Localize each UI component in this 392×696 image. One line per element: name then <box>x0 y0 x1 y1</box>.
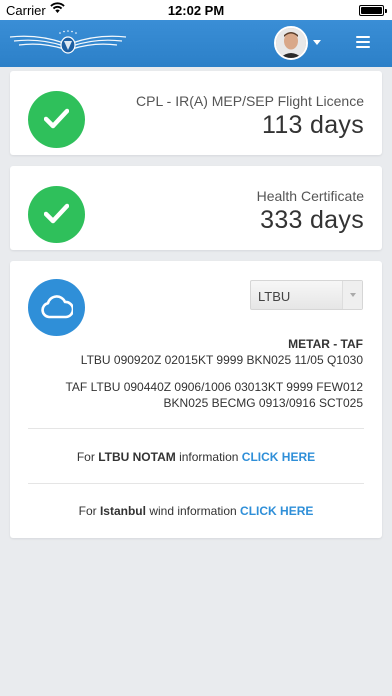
divider <box>28 428 364 429</box>
clock: 12:02 PM <box>167 3 225 18</box>
wind-prefix: For <box>78 504 97 518</box>
wind-middle: wind information <box>149 504 237 518</box>
notam-middle: information <box>179 450 239 464</box>
health-certificate-label: Health Certificate <box>256 188 364 204</box>
check-icon <box>28 91 85 148</box>
notam-info-line: For LTBU NOTAM information CLICK HERE <box>10 450 382 464</box>
cloud-icon <box>28 279 85 336</box>
airport-select-value: LTBU <box>258 289 291 304</box>
licence-label: CPL - IR(A) MEP/SEP Flight Licence <box>136 93 364 109</box>
chevron-down-icon[interactable] <box>313 40 321 45</box>
divider <box>28 483 364 484</box>
wind-click-here-link[interactable]: CLICK HERE <box>240 504 313 518</box>
notam-prefix: For <box>76 450 95 464</box>
licence-card: CPL - IR(A) MEP/SEP Flight Licence 113 d… <box>10 71 382 155</box>
notam-subject: LTBU NOTAM <box>98 450 176 464</box>
user-avatar[interactable] <box>274 26 308 60</box>
status-bar: Carrier 12:02 PM <box>0 0 392 20</box>
metar-report: LTBU 090920Z 02015KT 9999 BKN025 11/05 Q… <box>80 353 363 367</box>
wind-info-line: For Istanbul wind information CLICK HERE <box>10 504 382 518</box>
hamburger-menu-icon[interactable] <box>356 36 370 48</box>
wind-subject: Istanbul <box>99 504 146 518</box>
metar-taf-title: METAR - TAF <box>288 337 363 351</box>
airport-select[interactable]: LTBU <box>250 280 363 310</box>
licence-days-remaining: 113 days <box>261 111 364 139</box>
weather-card: LTBU METAR - TAF LTBU 090920Z 02015KT 99… <box>10 261 382 538</box>
notam-click-here-link[interactable]: CLICK HERE <box>242 450 315 464</box>
wings-logo-icon[interactable] <box>8 28 128 58</box>
check-icon <box>28 186 85 243</box>
health-certificate-card: Health Certificate 333 days <box>10 166 382 250</box>
health-days-remaining: 333 days <box>260 206 364 234</box>
taf-report: TAF LTBU 090440Z 0906/1006 03013KT 9999 … <box>65 380 363 410</box>
nav-bar <box>0 20 392 67</box>
chevron-down-icon[interactable] <box>342 281 362 309</box>
battery-icon <box>359 5 387 16</box>
